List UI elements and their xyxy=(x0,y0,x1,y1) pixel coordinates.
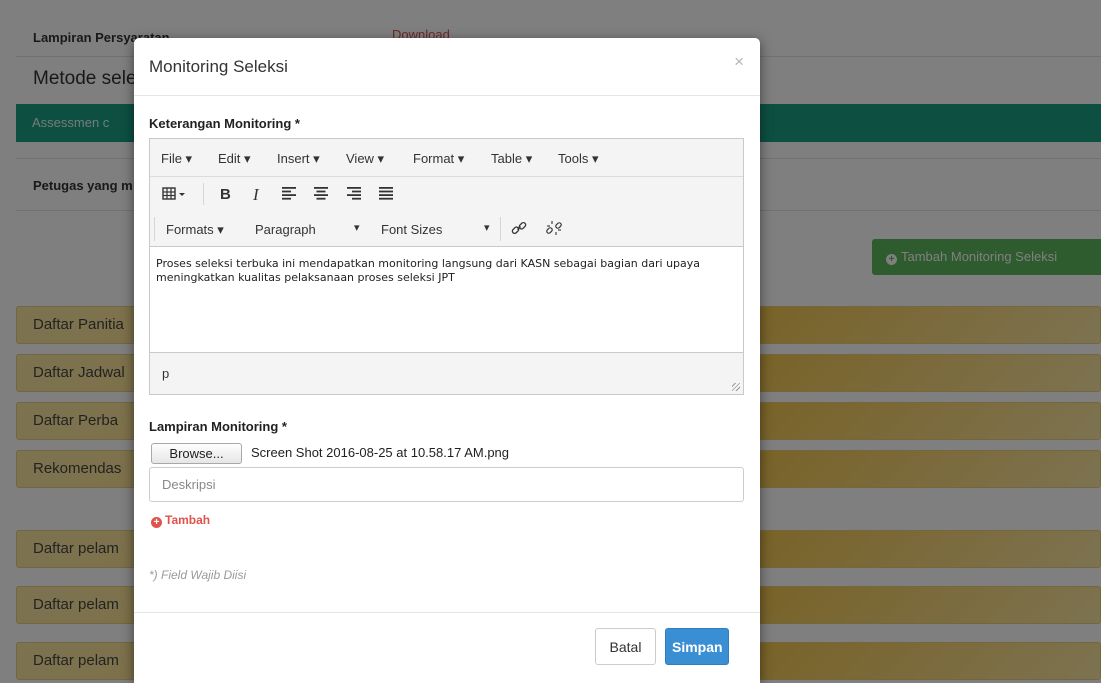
resize-handle-icon[interactable] xyxy=(732,383,740,391)
modal-title: Monitoring Seleksi xyxy=(149,57,288,76)
deskripsi-input[interactable] xyxy=(149,467,744,502)
menu-view[interactable]: View ▾ xyxy=(346,151,384,167)
editor-content-area[interactable]: Proses seleksi terbuka ini mendapatkan m… xyxy=(150,247,743,353)
table-grid-icon[interactable] xyxy=(162,183,188,206)
menu-table[interactable]: Table ▾ xyxy=(491,151,532,167)
align-center-icon[interactable] xyxy=(313,186,329,203)
menu-insert[interactable]: Insert ▾ xyxy=(277,151,320,167)
font-sizes-dropdown[interactable]: Font Sizes xyxy=(381,222,442,237)
menu-edit[interactable]: Edit ▾ xyxy=(218,151,251,167)
bold-icon[interactable]: B xyxy=(220,186,231,203)
editor-toolbar-styles: Formats ▾ Paragraph ▾ Font Sizes ▾ xyxy=(150,211,743,247)
required-field-note: *) Field Wajib Diisi xyxy=(149,568,247,582)
link-icon[interactable] xyxy=(510,219,528,240)
selected-file-name: Screen Shot 2016-08-25 at 10.58.17 AM.pn… xyxy=(251,445,510,460)
tambah-link[interactable]: + Tambah xyxy=(151,513,210,528)
menu-tools[interactable]: Tools ▾ xyxy=(558,151,599,167)
unlink-icon[interactable] xyxy=(545,219,563,240)
menu-format[interactable]: Format ▾ xyxy=(413,151,464,167)
formats-dropdown[interactable]: Formats ▾ xyxy=(166,222,224,238)
monitoring-seleksi-modal: Monitoring Seleksi × Keterangan Monitori… xyxy=(134,38,760,683)
editor-toolbar-format: B I xyxy=(150,177,743,211)
lampiran-monitoring-label: Lampiran Monitoring * xyxy=(149,419,287,434)
menu-file[interactable]: File ▾ xyxy=(161,151,192,167)
modal-footer-divider xyxy=(134,612,760,613)
paragraph-dropdown[interactable]: Paragraph xyxy=(255,222,316,237)
align-left-icon[interactable] xyxy=(281,186,297,203)
editor-menubar: File ▾ Edit ▾ Insert ▾ View ▾ Format ▾ T… xyxy=(150,139,743,177)
chevron-down-icon[interactable]: ▾ xyxy=(354,221,360,234)
simpan-button[interactable]: Simpan xyxy=(665,628,729,665)
editor-statusbar: p xyxy=(150,353,743,394)
toolbar-separator xyxy=(203,183,204,205)
close-icon[interactable]: × xyxy=(734,52,744,72)
modal-header: Monitoring Seleksi × xyxy=(134,38,760,96)
plus-circle-icon: + xyxy=(151,517,162,528)
align-justify-icon[interactable] xyxy=(378,186,394,203)
rich-text-editor: File ▾ Edit ▾ Insert ▾ View ▾ Format ▾ T… xyxy=(149,138,744,395)
batal-button[interactable]: Batal xyxy=(595,628,656,665)
italic-icon[interactable]: I xyxy=(253,185,259,205)
tambah-label: Tambah xyxy=(165,513,211,527)
chevron-down-icon[interactable]: ▾ xyxy=(484,221,490,234)
element-path[interactable]: p xyxy=(162,366,169,381)
browse-button[interactable]: Browse... xyxy=(151,443,242,464)
keterangan-monitoring-label: Keterangan Monitoring * xyxy=(149,116,300,131)
align-right-icon[interactable] xyxy=(346,186,362,203)
toolbar-separator xyxy=(154,217,155,241)
toolbar-separator xyxy=(500,217,501,241)
